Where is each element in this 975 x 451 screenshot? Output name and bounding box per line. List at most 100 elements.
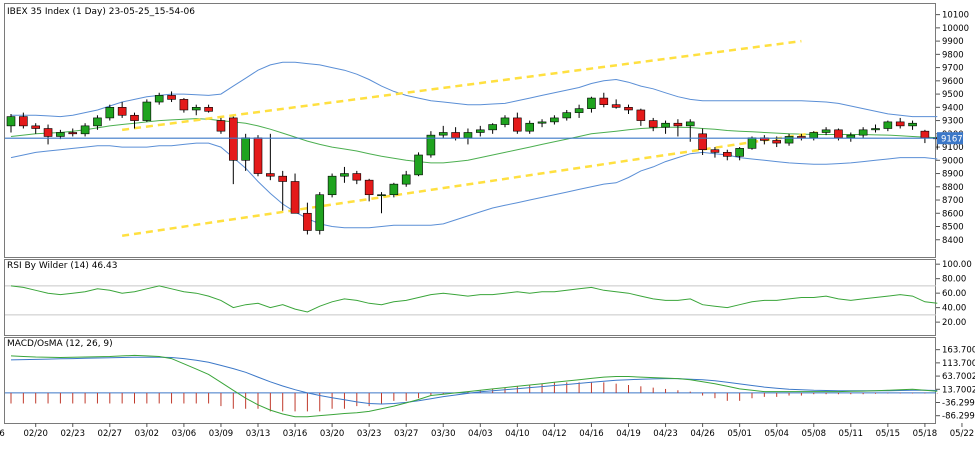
candle-down [722,152,732,157]
candle-down [698,133,707,151]
candle-up [550,117,559,123]
date-tick-label: 03/16 [283,429,308,439]
candle-up [821,129,831,133]
date-tick-label: 05/08 [802,429,827,439]
price-tick-label: 9700 [942,64,964,74]
candle-down [352,173,362,181]
candle-up [537,121,547,124]
candle-down [43,128,53,137]
date-tick-label: 03/20 [320,429,345,439]
candle-down [130,114,139,121]
candle-up [438,132,448,136]
candle-down [513,117,522,132]
date-tick-label: 05/18 [913,429,938,439]
rsi-panel-frame [4,259,936,336]
candle-up [414,154,423,176]
candle-down [624,107,633,111]
candle-up [6,116,16,127]
candle-up [93,117,102,127]
price-tick-label: 9900 [942,37,964,47]
date-tick-label: 05/04 [764,429,789,439]
date-tick-label: 05/01 [727,429,752,439]
price-tick-label: 8600 [942,209,964,219]
candle-up [389,183,399,196]
candle-down [599,97,609,105]
candle-up [488,124,497,131]
rsi-tick-label: 80.00 [942,275,966,285]
candle-down [167,95,176,100]
date-tick-label: 04/03 [468,429,493,439]
price-tick-label: 10000 [942,24,969,34]
candle-up [747,137,757,149]
candle-down [290,181,300,214]
price-panel-frame [4,3,936,258]
candle-up [315,194,325,231]
candle-up [562,112,572,119]
rsi-tick-label: 20.00 [942,318,966,328]
date-tick-label: 04/23 [653,429,678,439]
price-tick-label: 10100 [942,11,969,21]
candle-up [883,121,893,129]
candle-down [278,175,288,182]
price-tick-label: 8700 [942,196,964,206]
price-tick-label: 9000 [942,156,964,166]
candle-up [500,117,510,125]
candle-up [80,125,90,135]
date-tick-label: 04/12 [542,429,567,439]
candle-up [735,148,744,157]
candle-down [68,132,78,135]
candle-up [401,174,411,185]
candle-down [920,130,930,139]
date-tick-label: 02/27 [98,429,123,439]
candle-down [648,120,658,128]
candle-up [241,137,250,161]
price-tick-label: 9300 [942,117,964,127]
candle-down [611,104,621,108]
candle-up [574,108,584,113]
macd-tick-label: -86.2997 [942,412,975,422]
macd-panel-frame [4,337,936,424]
date-tick-label: 04/10 [505,429,530,439]
candle-down [772,140,782,144]
candle-up [377,194,386,197]
macd-y-axis: 163.7002 113.7002 63.70027 13.70027 -36.2997… [936,346,975,422]
candle-down [253,137,263,174]
date-tick-label: 04/16 [579,429,604,439]
candle-up [463,132,473,139]
date-tick-label: 02/23 [61,429,86,439]
ibex35-chart-window: IBEX 35 Index (1 Day) 23-05-25_15-54-06 … [0,3,975,439]
candle-down [451,132,460,139]
price-tick-label: 8500 [942,223,964,233]
candle-up [327,175,337,196]
price-y-axis: 1010010000990098009700960095009400930092… [936,11,969,246]
candle-up [871,128,880,131]
date-tick-label: 05/11 [839,429,864,439]
date-tick-label: 03/13 [246,429,271,439]
price-tick-label: 8900 [942,170,964,180]
price-tick-label: 9600 [942,77,964,87]
candle-up [809,132,819,139]
date-tick-label: 04/19 [616,429,641,439]
candle-up [846,134,856,139]
rsi-tick-label: 40.00 [942,304,966,314]
candle-down [179,99,189,111]
candle-up [908,122,917,127]
price-tick-label: 8800 [942,183,964,193]
macd-tick-label: 63.70027 [942,372,975,382]
date-tick-label: 02/16 [0,429,5,439]
macd-tick-label: 163.7002 [942,346,975,356]
date-tick-label: 05/15 [876,429,901,439]
candle-up [191,107,201,111]
candle-down [229,117,238,161]
date-tick-label: 03/30 [431,429,456,439]
date-tick-label: 03/27 [394,429,419,439]
rsi-y-axis: 100.00 80.00 60.00 40.00 20.00 [936,260,972,328]
candle-down [895,121,905,127]
date-tick-label: 04/26 [690,429,715,439]
macd-tick-label: 113.7002 [942,359,975,369]
candle-up [105,107,115,119]
price-tick-label: 9500 [942,90,964,100]
candle-down [31,125,41,129]
candle-up [154,95,164,103]
candle-down [19,116,28,127]
